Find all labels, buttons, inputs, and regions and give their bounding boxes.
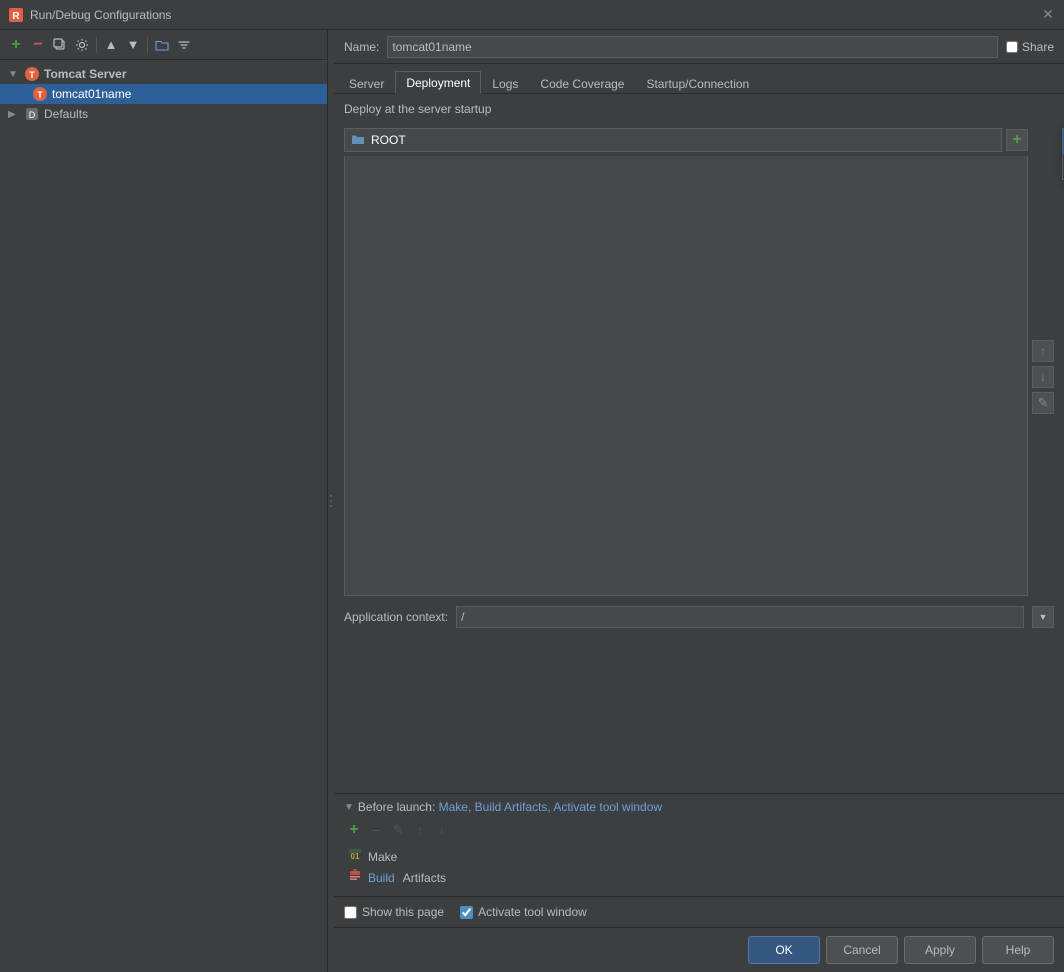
svg-text:01: 01 bbox=[351, 852, 360, 861]
tree-arrow-defaults: ▶ bbox=[8, 109, 20, 120]
root-item-icon bbox=[351, 133, 365, 148]
build-label: Build bbox=[368, 871, 395, 885]
show-page-checkbox[interactable] bbox=[344, 906, 357, 919]
deploy-list-empty-area bbox=[344, 156, 1028, 596]
tomcat-server-label: Tomcat Server bbox=[44, 67, 126, 81]
help-button[interactable]: Help bbox=[982, 936, 1054, 964]
before-launch-list: 01 Make bbox=[344, 844, 1054, 890]
name-row: Name: Share bbox=[334, 30, 1064, 64]
add-config-button[interactable]: + bbox=[6, 35, 26, 55]
defaults-icon: D bbox=[24, 106, 40, 122]
deploy-move-down-button[interactable]: ↓ bbox=[1032, 366, 1054, 388]
artifacts-label: Artifacts bbox=[403, 871, 446, 885]
before-launch-header[interactable]: ▼ Before launch: Make, Build Artifacts, … bbox=[344, 800, 1054, 814]
before-launch-toolbar: + − ✎ ↑ ↓ bbox=[344, 820, 1054, 840]
apply-button[interactable]: Apply bbox=[904, 936, 976, 964]
copy-config-button[interactable] bbox=[50, 35, 70, 55]
cancel-button[interactable]: Cancel bbox=[826, 936, 898, 964]
close-button[interactable]: ✕ bbox=[1040, 7, 1056, 23]
left-panel: + − ▲ ▼ bbox=[0, 30, 328, 972]
app-context-dropdown-button[interactable]: ▼ bbox=[1032, 606, 1054, 628]
resize-dots bbox=[330, 495, 332, 507]
activate-tool-window-label: Activate tool window bbox=[478, 905, 587, 919]
remove-config-button[interactable]: − bbox=[28, 35, 48, 55]
before-launch-highlight: Make, Build Artifacts, Activate tool win… bbox=[439, 800, 662, 814]
tabs-bar: Server Deployment Logs Code Coverage Sta… bbox=[334, 64, 1064, 94]
ok-button[interactable]: OK bbox=[748, 936, 820, 964]
deploy-section: Deploy at the server startup bbox=[334, 94, 1064, 128]
bottom-buttons: OK Cancel Apply Help bbox=[334, 927, 1064, 972]
svg-text:R: R bbox=[12, 11, 20, 22]
move-up-button[interactable]: ▲ bbox=[101, 35, 121, 55]
bl-remove-button[interactable]: − bbox=[366, 820, 386, 840]
app-icon: R bbox=[8, 7, 24, 23]
tab-deployment[interactable]: Deployment bbox=[395, 71, 481, 94]
window-title: Run/Debug Configurations bbox=[30, 8, 1034, 22]
tomcat01name-label: tomcat01name bbox=[52, 87, 131, 101]
name-input[interactable] bbox=[387, 36, 998, 58]
tomcat-server-icon: T bbox=[24, 66, 40, 82]
name-label: Name: bbox=[344, 40, 379, 54]
bl-down-button[interactable]: ↓ bbox=[432, 820, 452, 840]
defaults-label: Defaults bbox=[44, 107, 88, 121]
config-tree: ▼ T Tomcat Server T tomcat01name bbox=[0, 60, 327, 972]
deploy-move-up-button[interactable]: ↑ bbox=[1032, 340, 1054, 362]
app-context-row: Application context: ▼ bbox=[344, 606, 1054, 628]
activate-tool-window-option: Activate tool window bbox=[460, 905, 587, 919]
make-label: Make bbox=[368, 850, 397, 864]
show-page-label: Show this page bbox=[362, 905, 444, 919]
main-layout: + − ▲ ▼ bbox=[0, 30, 1064, 972]
tree-tomcat01name[interactable]: T tomcat01name bbox=[0, 84, 327, 104]
title-bar: R Run/Debug Configurations ✕ bbox=[0, 0, 1064, 30]
make-icon: 01 bbox=[348, 848, 362, 865]
deployment-content: Deploy at the server startup bbox=[334, 94, 1064, 927]
tab-logs[interactable]: Logs bbox=[481, 72, 529, 94]
tree-tomcat-server-group[interactable]: ▼ T Tomcat Server bbox=[0, 64, 327, 84]
app-context-label: Application context: bbox=[344, 610, 448, 624]
deploy-label: Deploy at the server startup bbox=[344, 102, 1054, 116]
before-launch-title: Before launch: Make, Build Artifacts, Ac… bbox=[358, 800, 662, 814]
options-row: Show this page Activate tool window bbox=[334, 896, 1064, 927]
svg-text:T: T bbox=[37, 90, 43, 100]
tab-server[interactable]: Server bbox=[338, 72, 395, 94]
tree-arrow-tomcat: ▼ bbox=[8, 69, 20, 80]
share-checkbox[interactable] bbox=[1006, 41, 1018, 53]
tree-defaults[interactable]: ▶ D Defaults bbox=[0, 104, 327, 124]
before-launch-section: ▼ Before launch: Make, Build Artifacts, … bbox=[334, 793, 1064, 896]
build-artifacts-icon bbox=[348, 869, 362, 886]
share-checkbox-row: Share bbox=[1006, 40, 1054, 54]
move-down-button[interactable]: ▼ bbox=[123, 35, 143, 55]
sort-button[interactable] bbox=[174, 35, 194, 55]
tab-startup-connection[interactable]: Startup/Connection bbox=[635, 72, 760, 94]
deploy-list: ROOT bbox=[344, 128, 1002, 152]
bl-edit-button[interactable]: ✎ bbox=[388, 820, 408, 840]
svg-text:D: D bbox=[29, 110, 36, 120]
left-toolbar: + − ▲ ▼ bbox=[0, 30, 327, 60]
add-deploy-button[interactable]: + bbox=[1006, 129, 1028, 151]
bl-build-artifacts-item: Build Artifacts bbox=[344, 867, 1054, 888]
tomcat-instance-icon: T bbox=[32, 86, 48, 102]
deploy-edit-button[interactable]: ✎ bbox=[1032, 392, 1054, 414]
share-label: Share bbox=[1022, 40, 1054, 54]
before-launch-arrow: ▼ bbox=[344, 802, 354, 813]
svg-text:T: T bbox=[29, 70, 35, 80]
bl-make-item: 01 Make bbox=[344, 846, 1054, 867]
settings-button[interactable] bbox=[72, 35, 92, 55]
show-page-option: Show this page bbox=[344, 905, 444, 919]
app-context-input[interactable] bbox=[456, 606, 1024, 628]
toolbar-separator-2 bbox=[147, 37, 148, 53]
root-item-label: ROOT bbox=[371, 133, 406, 147]
right-panel: Name: Share Server Deployment Logs Code … bbox=[334, 30, 1064, 972]
tab-code-coverage[interactable]: Code Coverage bbox=[529, 72, 635, 94]
folder-button[interactable] bbox=[152, 35, 172, 55]
toolbar-separator bbox=[96, 37, 97, 53]
activate-tool-window-checkbox[interactable] bbox=[460, 906, 473, 919]
bl-add-button[interactable]: + bbox=[344, 820, 364, 840]
bl-up-button[interactable]: ↑ bbox=[410, 820, 430, 840]
